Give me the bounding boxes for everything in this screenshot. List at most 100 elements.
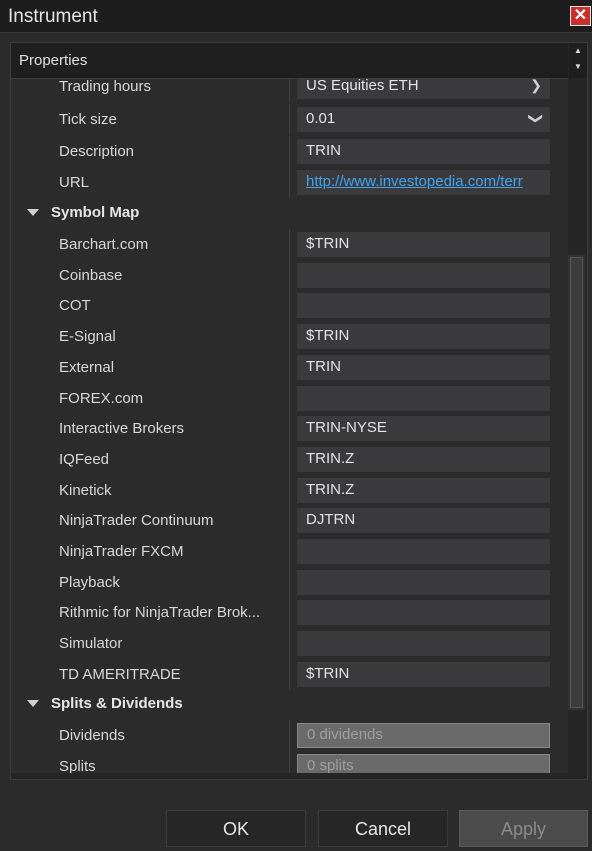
property-label: Trading hours [59,79,151,95]
cancel-button[interactable]: Cancel [318,810,448,847]
window-title: Instrument [8,6,98,27]
property-label: Tick size [59,111,117,128]
property-label: NinjaTrader FXCM [59,543,184,560]
property-label: Rithmic for NinjaTrader Brok... [59,604,261,621]
symbol-value-field[interactable] [297,600,550,625]
property-grid: Trading hours US Equities ETH ❯ Tick siz… [11,79,568,773]
symbol-map-row: Playback [11,567,568,598]
property-label: NinjaTrader Continuum [59,512,214,529]
property-row-tick-size: Tick size 0.01 ❯ [11,104,568,135]
symbol-value-field[interactable]: $TRIN [297,662,550,687]
apply-button[interactable]: Apply [459,810,588,847]
symbol-value-field[interactable]: TRIN.Z [297,447,550,472]
symbol-map-row: E-Signal $TRIN [11,321,568,352]
property-label: External [59,359,115,376]
property-row-dividends: Dividends 0 dividends [11,720,568,751]
property-label: FOREX.com [59,390,144,407]
close-icon: ✕ [573,7,588,24]
symbol-value-field[interactable]: TRIN.Z [297,478,550,503]
property-label: Simulator [59,635,123,652]
column-divider [289,597,290,628]
symbol-value-field[interactable] [297,293,550,318]
ok-button[interactable]: OK [166,810,306,847]
property-label: Dividends [59,727,125,744]
symbol-value-field[interactable]: TRIN-NYSE [297,416,550,441]
trading-hours-dropdown[interactable]: US Equities ETH ❯ [297,79,550,99]
column-divider [289,79,290,102]
property-label: Interactive Brokers [59,420,185,437]
property-label: Playback [59,574,120,591]
column-divider [289,659,290,690]
dropdown-value: US Equities ETH [306,79,419,94]
description-field[interactable]: TRIN [297,139,550,164]
scroll-up-button[interactable]: ▲ [569,43,587,59]
symbol-map-row: Kinetick TRIN.Z [11,475,568,506]
property-label: Description [59,143,135,160]
symbol-value-field[interactable] [297,539,550,564]
symbol-map-row: IQFeed TRIN.Z [11,444,568,475]
symbol-value-field[interactable] [297,263,550,288]
close-button[interactable]: ✕ [570,6,591,26]
column-divider [289,352,290,383]
property-row-url: URL http://www.investopedia.com/terr [11,167,568,198]
title-bar: Instrument ✕ [0,0,592,33]
property-label: Splits [59,758,96,773]
property-row-trading-hours: Trading hours US Equities ETH ❯ [11,79,568,102]
property-label: IQFeed [59,451,110,468]
column-divider [289,505,290,536]
property-label: E-Signal [59,328,116,345]
column-divider [289,751,290,773]
property-label: Barchart.com [59,236,149,253]
section-title: Symbol Map [51,204,140,221]
symbol-value-field[interactable]: $TRIN [297,324,550,349]
collapse-triangle-icon[interactable] [27,209,39,216]
section-title: Splits & Dividends [51,695,183,712]
symbol-value-field[interactable]: $TRIN [297,232,550,257]
column-divider [289,260,290,291]
symbol-value-field[interactable]: TRIN [297,355,550,380]
symbol-value-field[interactable] [297,631,550,656]
column-divider [289,567,290,598]
column-divider [289,413,290,444]
column-divider [289,136,290,167]
column-divider [289,444,290,475]
dividends-field[interactable]: 0 dividends [297,723,550,748]
symbol-map-row: NinjaTrader Continuum DJTRN [11,505,568,536]
property-row-description: Description TRIN [11,136,568,167]
property-label: URL [59,174,90,191]
chevron-down-icon: ❯ [528,112,545,125]
symbol-value-field[interactable]: DJTRN [297,508,550,533]
symbol-map-row: Barchart.com $TRIN [11,229,568,260]
tick-size-dropdown[interactable]: 0.01 ❯ [297,107,550,132]
column-divider [289,290,290,321]
property-label: Coinbase [59,267,123,284]
symbol-map-row: Coinbase [11,260,568,291]
collapse-triangle-icon[interactable] [27,700,39,707]
symbol-map-row: Rithmic for NinjaTrader Brok... [11,597,568,628]
column-divider [289,536,290,567]
scrollbar-thumb[interactable] [570,257,583,708]
vertical-scrollbar[interactable] [568,255,585,710]
url-link[interactable]: http://www.investopedia.com/terr [297,170,550,195]
symbol-map-row: Interactive Brokers TRIN-NYSE [11,413,568,444]
symbol-map-row: External TRIN [11,352,568,383]
scroll-down-button[interactable]: ▼ [569,59,587,75]
property-row-splits: Splits 0 splits [11,751,568,773]
dropdown-value: 0.01 [306,110,336,127]
property-label: TD AMERITRADE [59,666,181,683]
properties-header: Properties [11,43,568,79]
section-symbol-map[interactable]: Symbol Map [11,198,568,229]
symbol-map-row: NinjaTrader FXCM [11,536,568,567]
properties-header-label: Properties [19,52,88,69]
column-divider [289,104,290,135]
column-divider [289,383,290,414]
header-scroll-buttons: ▲ ▼ [569,43,587,78]
splits-field[interactable]: 0 splits [297,754,550,773]
column-divider [289,167,290,198]
column-divider [289,720,290,751]
section-splits-dividends[interactable]: Splits & Dividends [11,689,568,720]
property-label: COT [59,297,91,314]
symbol-map-row: Simulator [11,628,568,659]
symbol-value-field[interactable] [297,570,550,595]
symbol-value-field[interactable] [297,386,550,411]
